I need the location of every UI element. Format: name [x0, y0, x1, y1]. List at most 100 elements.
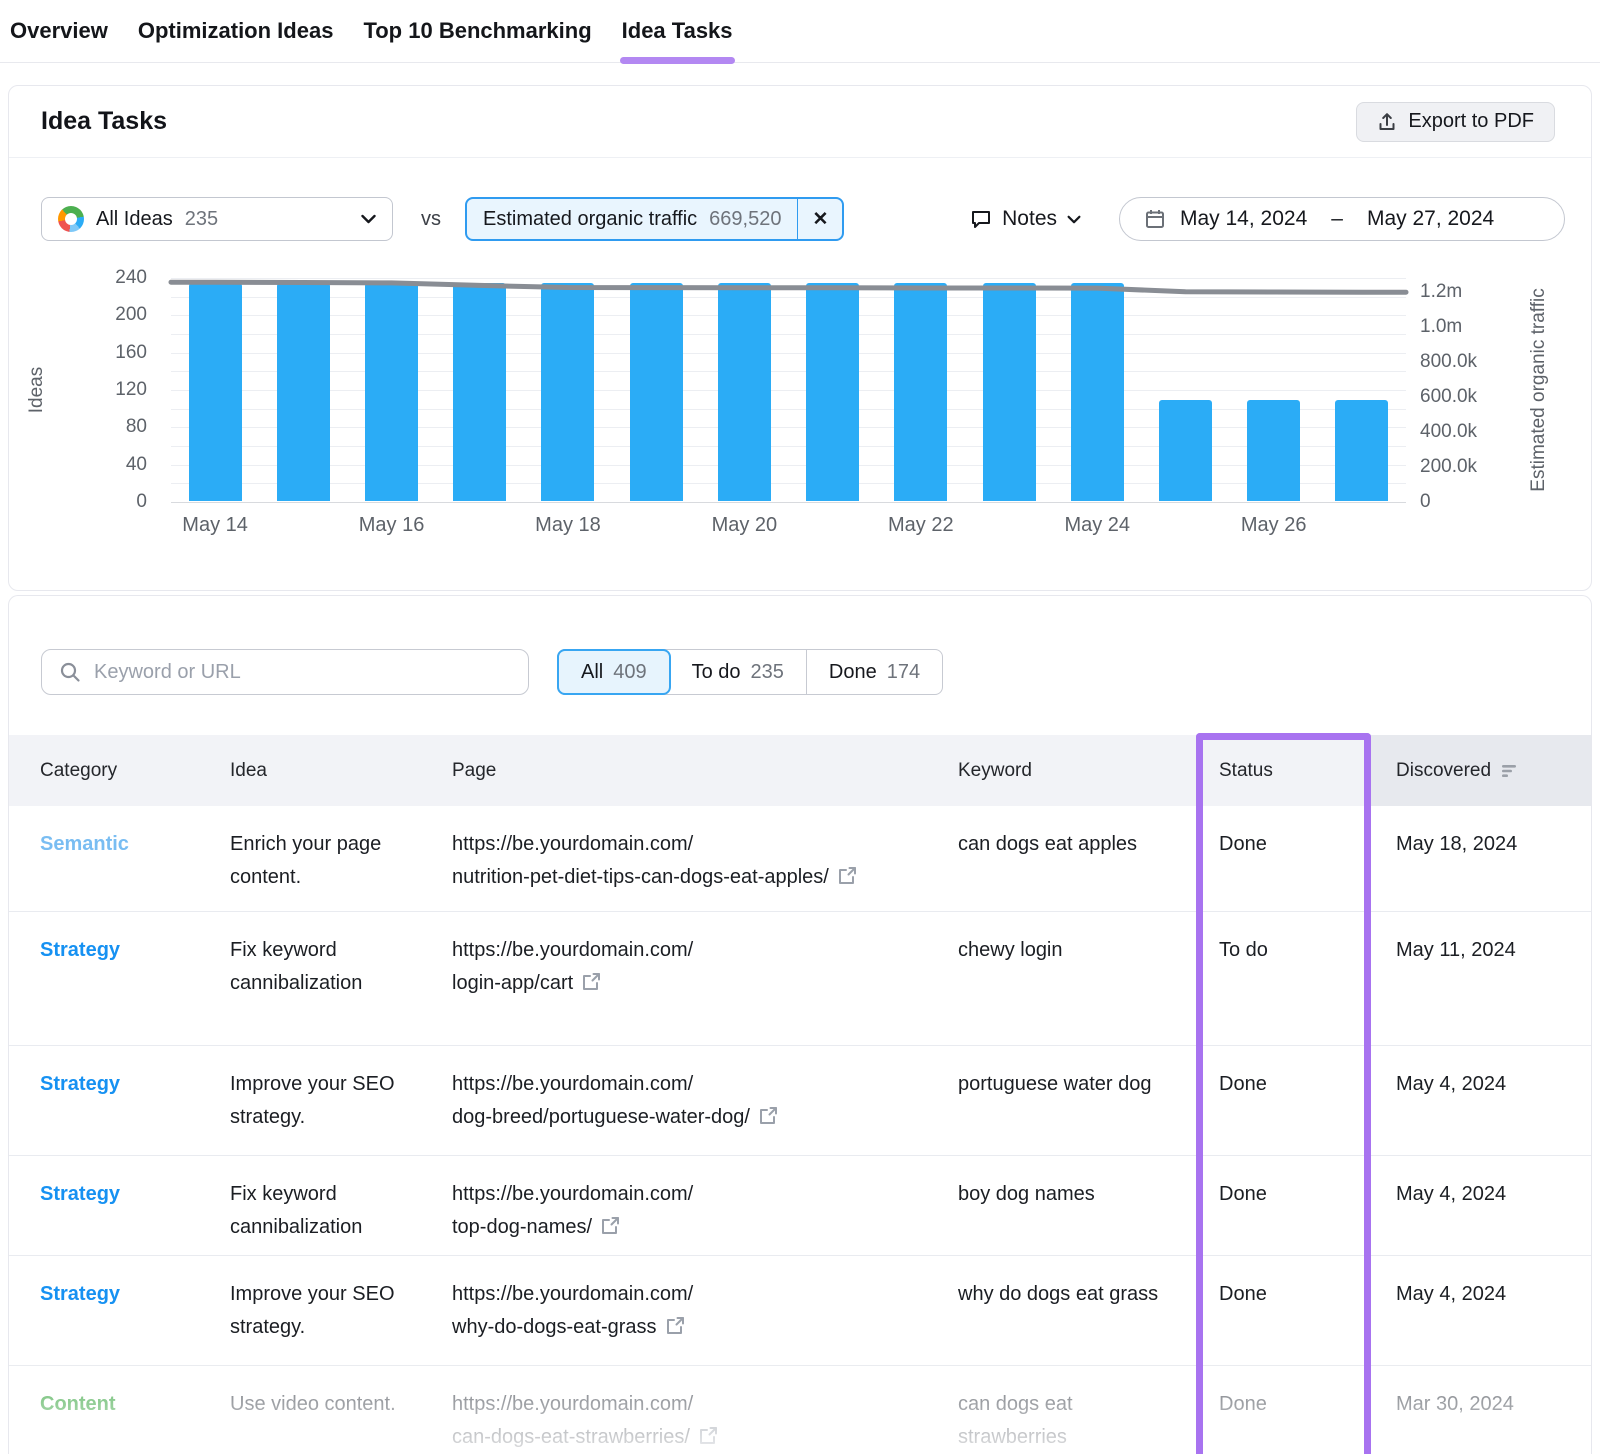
chart-gridline: [171, 278, 1406, 279]
column-header-page: Page: [452, 760, 958, 782]
ideas-bar-may-25: [1159, 400, 1212, 501]
filter-tab-all[interactable]: All409: [557, 649, 671, 695]
nav-tab-label: Overview: [10, 18, 108, 44]
external-link-icon[interactable]: [600, 1216, 620, 1236]
cell-discovered: May 4, 2024: [1368, 1256, 1591, 1311]
ideas-traffic-chart: Ideas Estimated organic traffic 04080120…: [9, 256, 1591, 566]
cell-discovered: May 11, 2024: [1368, 912, 1591, 967]
cell-keyword: chewy login: [958, 912, 1195, 967]
column-header-discovered[interactable]: Discovered: [1368, 735, 1591, 806]
chart-gridline: [171, 409, 1406, 410]
active-tab-underline: [8, 57, 110, 64]
export-to-pdf-button[interactable]: Export to PDF: [1356, 102, 1555, 142]
external-link-icon[interactable]: [758, 1106, 778, 1126]
cell-page: https://be.yourdomain.com/why-do-dogs-ea…: [452, 1256, 958, 1344]
x-axis-tick: May 14: [150, 514, 280, 537]
cell-status: To do: [1195, 912, 1368, 967]
cell-keyword: can dogs eat strawberries: [958, 1366, 1195, 1454]
nav-tab-overview[interactable]: Overview: [8, 0, 110, 63]
right-axis-tick: 800.0k: [1420, 351, 1510, 373]
x-axis-tick: May 22: [856, 514, 986, 537]
x-axis-tick: May 24: [1032, 514, 1162, 537]
cell-status: Done: [1195, 1366, 1368, 1421]
filter-tab-count: 409: [613, 661, 646, 684]
discovered-label: Discovered: [1396, 760, 1491, 782]
cell-page: https://be.yourdomain.com/nutrition-pet-…: [452, 806, 958, 894]
export-label: Export to PDF: [1408, 110, 1534, 133]
external-link-icon[interactable]: [581, 972, 601, 992]
category-link[interactable]: Strategy: [40, 939, 120, 961]
chart-gridline: [171, 390, 1406, 391]
page-url-line2: can-dogs-eat-strawberries/: [452, 1426, 690, 1448]
metric-filter-pill[interactable]: Estimated organic traffic 669,520 ✕: [465, 197, 844, 241]
external-link-icon[interactable]: [837, 866, 857, 886]
column-header-status: Status: [1195, 760, 1368, 782]
filter-tab-to-do[interactable]: To do235: [670, 650, 807, 694]
table-row: ContentUse video content.https://be.your…: [9, 1365, 1591, 1454]
ideas-filter-count: 235: [185, 208, 218, 231]
cell-idea: Improve your SEO strategy.: [230, 1256, 452, 1344]
cell-discovered: Mar 30, 2024: [1368, 1366, 1591, 1421]
cell-category: Content: [9, 1366, 230, 1421]
right-axis-tick: 600.0k: [1420, 386, 1510, 408]
nav-tab-label: Optimization Ideas: [138, 18, 334, 44]
calendar-icon: [1144, 208, 1166, 230]
left-axis-tick: 120: [9, 379, 147, 401]
filter-tab-done[interactable]: Done174: [807, 650, 942, 694]
right-axis-tick: 400.0k: [1420, 421, 1510, 443]
nav-tab-optimization-ideas[interactable]: Optimization Ideas: [136, 0, 336, 63]
metric-label: Estimated organic traffic: [483, 208, 697, 231]
nav-tab-top-10-benchmarking[interactable]: Top 10 Benchmarking: [361, 0, 593, 63]
active-tab-underline: [620, 57, 735, 64]
ideas-bar-may-17: [453, 283, 506, 501]
sort-descending-icon: [1501, 764, 1519, 778]
category-link[interactable]: Content: [40, 1393, 116, 1415]
card-header: Idea Tasks Export to PDF: [9, 86, 1591, 158]
chart-gridline: [171, 353, 1406, 354]
category-link[interactable]: Strategy: [40, 1283, 120, 1305]
notes-dropdown[interactable]: Notes: [970, 207, 1081, 231]
cell-page: https://be.yourdomain.com/can-dogs-eat-s…: [452, 1366, 958, 1454]
page-url-line2: why-do-dogs-eat-grass: [452, 1316, 657, 1338]
category-link[interactable]: Semantic: [40, 833, 129, 855]
date-end: May 27, 2024: [1367, 207, 1494, 231]
chart-gridline: [171, 483, 1406, 484]
chart-gridline: [171, 315, 1406, 316]
metric-pill-main: Estimated organic traffic 669,520: [467, 199, 797, 239]
chart-gridline: [171, 446, 1406, 447]
page-url-line1: https://be.yourdomain.com/: [452, 939, 693, 961]
left-axis-tick: 200: [9, 304, 147, 326]
right-axis-tick: 1.0m: [1420, 316, 1510, 338]
search-input[interactable]: [41, 649, 529, 695]
right-axis-title: Estimated organic traffic: [1528, 275, 1550, 505]
ideas-filter-select[interactable]: All Ideas 235: [41, 197, 393, 241]
date-separator: –: [1331, 207, 1343, 231]
x-axis-tick: May 26: [1209, 514, 1339, 537]
table-body: SemanticEnrich your page content.https:/…: [9, 806, 1591, 1454]
ideas-bar-may-23: [983, 283, 1036, 501]
chart-gridline: [171, 502, 1406, 503]
cell-discovered: May 4, 2024: [1368, 1156, 1591, 1211]
nav-tab-idea-tasks[interactable]: Idea Tasks: [620, 0, 735, 63]
table-header-row: Category Idea Page Keyword Status Discov…: [9, 735, 1591, 806]
cell-idea: Fix keyword cannibalization: [230, 1156, 452, 1244]
external-link-icon[interactable]: [698, 1426, 718, 1446]
ideas-bar-may-24: [1071, 283, 1124, 501]
ideas-bar-may-16: [365, 283, 418, 501]
right-axis-tick: 1.2m: [1420, 281, 1510, 303]
nav-tab-label: Top 10 Benchmarking: [363, 18, 591, 44]
page-url-line2: login-app/cart: [452, 972, 573, 994]
cell-idea: Improve your SEO strategy.: [230, 1046, 452, 1134]
chart-plot-area: [171, 278, 1406, 502]
date-range-picker[interactable]: May 14, 2024 – May 27, 2024: [1119, 197, 1565, 241]
external-link-icon[interactable]: [665, 1316, 685, 1336]
right-axis-tick: 0: [1420, 491, 1510, 513]
top-nav: Overview Optimization Ideas Top 10 Benchma…: [0, 0, 1600, 63]
cell-status: Done: [1195, 806, 1368, 861]
metric-remove-button[interactable]: ✕: [797, 199, 842, 239]
cell-page: https://be.yourdomain.com/login-app/cart: [452, 912, 958, 1000]
chevron-down-icon: [361, 214, 376, 224]
cell-category: Strategy: [9, 1156, 230, 1211]
category-link[interactable]: Strategy: [40, 1183, 120, 1205]
category-link[interactable]: Strategy: [40, 1073, 120, 1095]
